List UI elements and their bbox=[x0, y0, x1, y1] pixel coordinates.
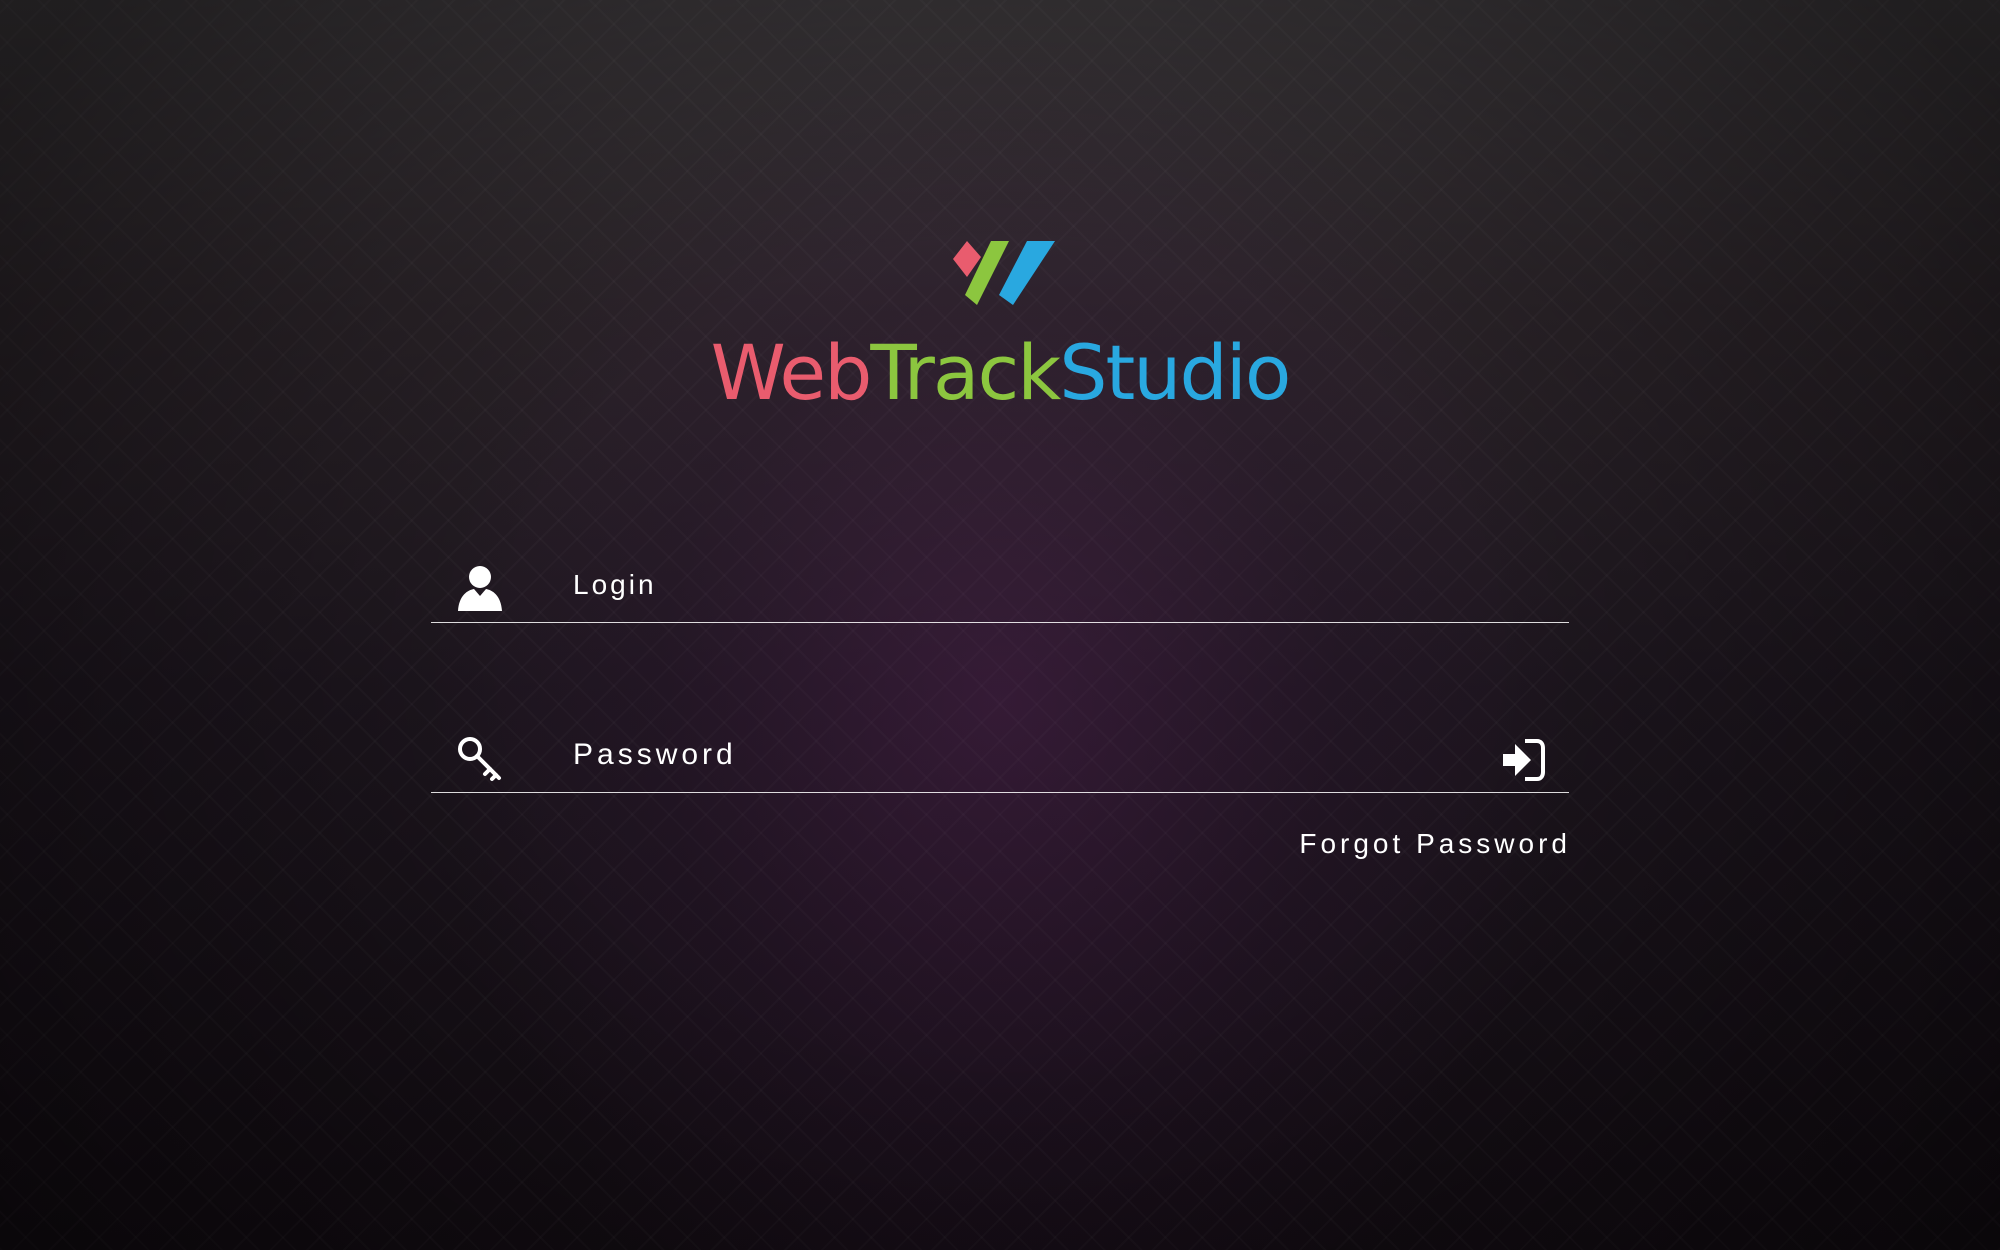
login-field-row bbox=[431, 552, 1569, 623]
background-vignette bbox=[0, 0, 2000, 1250]
password-field-row bbox=[431, 722, 1569, 793]
logo-text-web: Web bbox=[710, 328, 873, 417]
logo-wordmark: WebTrackStudio bbox=[650, 328, 1350, 417]
password-input[interactable] bbox=[573, 730, 1413, 780]
forgot-password-link[interactable]: Forgot Password bbox=[1200, 828, 1571, 860]
key-icon bbox=[458, 737, 501, 781]
logo-mark-icon bbox=[953, 241, 1055, 305]
login-input[interactable] bbox=[573, 560, 1413, 610]
logo-text-studio: Studio bbox=[1059, 328, 1291, 417]
user-icon bbox=[458, 566, 502, 611]
sign-in-icon[interactable] bbox=[1499, 735, 1549, 785]
app-logo: WebTrackStudio bbox=[650, 225, 1350, 425]
logo-text-track: Track bbox=[870, 328, 1061, 417]
